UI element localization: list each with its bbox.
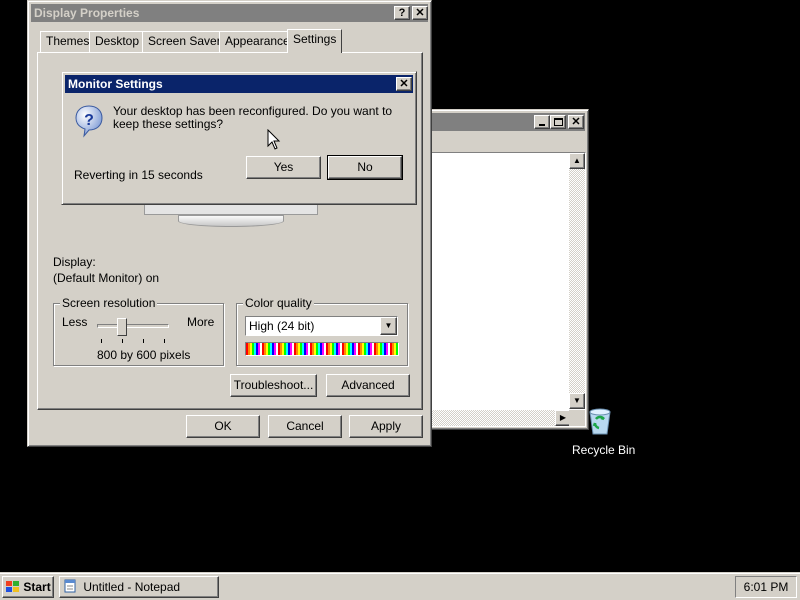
notepad-icon (64, 579, 76, 593)
dialog-title: Monitor Settings (68, 77, 163, 91)
screen-resolution-group: Screen resolution Less More 800 by 600 p… (53, 296, 224, 366)
countdown-text: Reverting in 15 seconds (74, 168, 203, 182)
recycle-bin-label: Recycle Bin (572, 443, 636, 457)
taskbar-item-notepad[interactable]: Untitled - Notepad (59, 576, 219, 598)
vertical-scrollbar[interactable]: ▲ ▼ (569, 153, 585, 409)
dialog-close-button[interactable]: ✕ (396, 77, 412, 91)
taskbar: Start Untitled - Notepad 6:01 PM (0, 572, 800, 600)
recycle-bin-icon (589, 408, 611, 435)
ok-label: OK (214, 419, 232, 433)
apply-button[interactable]: Apply (349, 415, 423, 438)
clock[interactable]: 6:01 PM (744, 580, 789, 594)
color-quality-label: Color quality (243, 296, 314, 310)
minimize-icon (539, 124, 545, 126)
tab-themes[interactable]: Themes (40, 31, 96, 52)
recycle-bin[interactable]: Recycle Bin (566, 406, 636, 457)
yes-label: Yes (273, 160, 294, 174)
tab-desktop[interactable]: Desktop (89, 31, 146, 52)
tab-label: Appearance (225, 34, 290, 48)
monitor-settings-title-bar[interactable]: Monitor Settings ✕ (65, 75, 413, 93)
start-button[interactable]: Start (2, 576, 54, 598)
tab-label: Themes (46, 34, 90, 48)
scroll-up-button[interactable]: ▲ (569, 153, 585, 169)
slider-ticks (101, 339, 165, 343)
tab-label: Settings (293, 32, 337, 46)
help-button[interactable]: ? (394, 6, 410, 20)
scroll-down-icon: ▼ (573, 396, 581, 405)
tab-label: Screen Saver (148, 34, 221, 48)
minimize-button[interactable] (534, 115, 550, 129)
troubleshoot-label: Troubleshoot... (233, 378, 314, 392)
close-icon: ✕ (399, 78, 409, 90)
monitor-settings-dialog[interactable]: Monitor Settings ✕ ? Your desktop has be… (61, 71, 417, 205)
cancel-label: Cancel (286, 419, 324, 433)
less-label: Less (62, 315, 88, 329)
tab-screen-saver[interactable]: Screen Saver (142, 31, 227, 52)
ok-button[interactable]: OK (186, 415, 260, 438)
resolution-value: 800 by 600 pixels (97, 348, 191, 362)
dialog-message: Your desktop has been reconfigured. Do y… (113, 104, 393, 131)
maximize-button[interactable] (550, 115, 566, 129)
window-title: Display Properties (34, 6, 140, 20)
display-properties-title-bar[interactable]: Display Properties ? ✕ (31, 4, 428, 22)
chevron-down-icon: ▼ (384, 321, 393, 330)
dropdown-arrow-button[interactable]: ▼ (380, 317, 397, 335)
display-properties-window[interactable]: Display Properties ? ✕ Themes Desktop Sc… (27, 0, 432, 447)
svg-text:?: ? (84, 112, 94, 129)
screen-resolution-label: Screen resolution (60, 296, 158, 310)
taskbar-item-label: Untitled - Notepad (83, 580, 181, 594)
question-icon: ? (75, 105, 103, 138)
tab-settings[interactable]: Settings (287, 29, 343, 53)
windows-logo-icon (6, 581, 19, 592)
cancel-button[interactable]: Cancel (268, 415, 342, 438)
color-quality-dropdown[interactable]: High (24 bit) ▼ (245, 316, 398, 336)
notepad-close-button[interactable]: ✕ (568, 115, 584, 129)
tab-label: Desktop (95, 34, 140, 48)
tab-appearance[interactable]: Appearance (219, 31, 296, 52)
no-button[interactable]: No (327, 155, 403, 180)
color-spectrum-bar (245, 342, 399, 356)
slider-track (97, 324, 169, 328)
advanced-label: Advanced (341, 378, 395, 392)
scroll-up-icon: ▲ (573, 156, 581, 165)
monitor-preview (142, 203, 320, 233)
more-label: More (187, 315, 215, 329)
troubleshoot-button[interactable]: Troubleshoot... (230, 374, 317, 397)
yes-button[interactable]: Yes (246, 156, 321, 179)
color-quality-group: Color quality High (24 bit) ▼ (236, 296, 408, 366)
notepad-window[interactable]: ✕ ▲ ▼ ▶ (420, 109, 589, 430)
color-quality-value: High (24 bit) (249, 319, 315, 333)
close-icon: ✕ (415, 7, 425, 19)
display-value: (Default Monitor) on (53, 271, 160, 285)
horizontal-scrollbar[interactable]: ▶ (426, 410, 571, 426)
display-label: Display: (53, 255, 96, 269)
slider-thumb[interactable] (117, 318, 127, 336)
apply-label: Apply (370, 419, 402, 433)
close-icon: ✕ (571, 116, 581, 128)
resolution-slider[interactable] (97, 318, 169, 346)
mouse-pointer-icon (267, 129, 281, 150)
close-button[interactable]: ✕ (412, 6, 428, 20)
system-tray: 6:01 PM (735, 576, 797, 598)
maximize-icon (553, 118, 563, 126)
advanced-button[interactable]: Advanced (326, 374, 410, 397)
help-icon: ? (398, 7, 406, 19)
no-label: No (357, 160, 373, 174)
notepad-text-area[interactable]: ▲ ▼ ▶ (425, 152, 586, 427)
start-label: Start (23, 580, 51, 594)
